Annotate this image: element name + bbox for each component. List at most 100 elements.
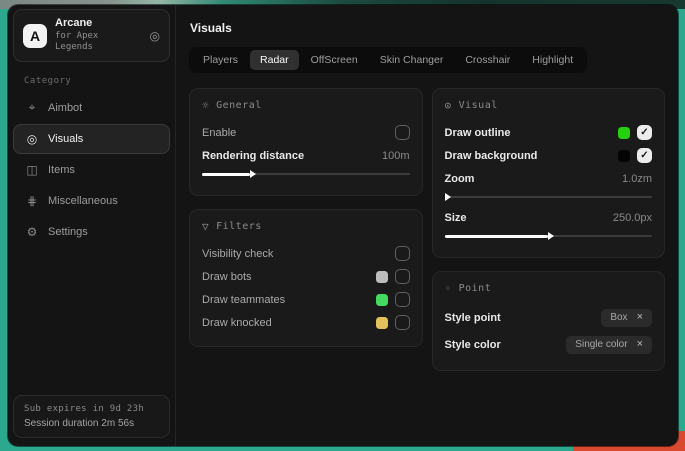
draw-teammates-label: Draw teammates [202, 294, 285, 306]
app-header: A Arcane for Apex Legends ◎ [13, 9, 170, 62]
aimbot-icon: ⌖ [25, 100, 39, 115]
draw-teammates-color-swatch[interactable] [376, 294, 388, 306]
filter-icon: ▽ [202, 220, 209, 233]
enable-row: Enable [202, 121, 410, 144]
check-icon: ✓ [640, 150, 648, 161]
draw-background-row: Draw background ✓ [445, 144, 653, 167]
slider-fill [445, 235, 549, 238]
point-panel: ◦ Point Style point Box × Style color [432, 271, 666, 371]
slider-track [445, 196, 653, 198]
filters-panel-header: ▽ Filters [202, 220, 410, 233]
desktop-background: A Arcane for Apex Legends ◎ Category ⌖ A… [0, 0, 685, 451]
size-slider[interactable] [445, 231, 653, 241]
left-column: ☼ General Enable Rendering distance 100m [189, 88, 423, 347]
rendering-distance-value: 100m [382, 150, 410, 162]
draw-knocked-checkbox[interactable] [395, 315, 410, 330]
sidebar-item-settings[interactable]: ⚙ Settings [13, 217, 170, 247]
slider-fill [202, 173, 250, 176]
crosshair-icon[interactable]: ◎ [150, 29, 160, 43]
category-label: Category [24, 76, 170, 86]
filters-panel-title: Filters [216, 221, 262, 232]
enable-checkbox[interactable] [395, 125, 410, 140]
size-label: Size [445, 212, 467, 224]
check-icon: ✓ [640, 127, 648, 138]
draw-knocked-label: Draw knocked [202, 317, 272, 329]
draw-knocked-color-swatch[interactable] [376, 317, 388, 329]
app-title-block: Arcane for Apex Legends [55, 17, 142, 54]
close-icon[interactable]: × [637, 339, 643, 350]
tab-highlight[interactable]: Highlight [522, 50, 583, 70]
visibility-check-row: Visibility check [202, 242, 410, 265]
draw-outline-row: Draw outline ✓ [445, 121, 653, 144]
zoom-slider[interactable] [445, 192, 653, 202]
zoom-value: 1.0zm [622, 173, 652, 185]
main-area: Visuals Players Radar OffScreen Skin Cha… [176, 5, 678, 446]
draw-knocked-row: Draw knocked [202, 311, 410, 334]
general-panel-header: ☼ General [202, 99, 410, 112]
style-point-tag[interactable]: Box × [601, 309, 652, 327]
filters-panel: ▽ Filters Visibility check Draw bots [189, 209, 423, 347]
app-logo: A [23, 24, 47, 48]
draw-bots-label: Draw bots [202, 271, 252, 283]
size-value: 250.0px [613, 212, 652, 224]
tab-bar: Players Radar OffScreen Skin Changer Cro… [189, 47, 587, 73]
rendering-distance-label: Rendering distance [202, 150, 304, 162]
draw-background-label: Draw background [445, 150, 538, 162]
draw-teammates-checkbox[interactable] [395, 292, 410, 307]
visibility-check-checkbox[interactable] [395, 246, 410, 261]
visibility-check-label: Visibility check [202, 248, 273, 260]
app-name: Arcane [55, 17, 142, 31]
close-icon[interactable]: × [637, 312, 643, 323]
session-duration-text: Session duration 2m 56s [24, 418, 159, 429]
point-panel-header: ◦ Point [445, 282, 653, 295]
general-panel: ☼ General Enable Rendering distance 100m [189, 88, 423, 196]
style-color-tag-label: Single color [575, 339, 627, 350]
zoom-row: Zoom 1.0zm [445, 167, 653, 190]
rendering-distance-slider[interactable] [202, 169, 410, 179]
sidebar-item-label: Aimbot [48, 102, 82, 114]
items-icon: ◫ [25, 163, 39, 177]
style-color-tag[interactable]: Single color × [566, 336, 652, 354]
point-icon: ◦ [445, 282, 452, 295]
app-window: A Arcane for Apex Legends ◎ Category ⌖ A… [8, 5, 678, 446]
style-point-tag-label: Box [610, 312, 627, 323]
settings-icon: ⚙ [25, 225, 39, 239]
size-row: Size 250.0px [445, 206, 653, 229]
style-point-label: Style point [445, 312, 501, 324]
sidebar-item-aimbot[interactable]: ⌖ Aimbot [13, 92, 170, 123]
style-color-label: Style color [445, 339, 501, 351]
app-subtitle: for Apex Legends [55, 31, 142, 54]
draw-background-checkbox[interactable]: ✓ [637, 148, 652, 163]
draw-bots-row: Draw bots [202, 265, 410, 288]
draw-bots-color-swatch[interactable] [376, 271, 388, 283]
sidebar-item-label: Visuals [48, 133, 83, 145]
draw-outline-label: Draw outline [445, 127, 511, 139]
eye-icon: ⊙ [445, 99, 452, 112]
subscription-info-box: Sub expires in 9d 23h Session duration 2… [13, 395, 170, 438]
visual-panel: ⊙ Visual Draw outline ✓ Draw background [432, 88, 666, 258]
visual-panel-title: Visual [459, 100, 498, 111]
sidebar-item-miscellaneous[interactable]: ⋕ Miscellaneous [13, 186, 170, 216]
miscellaneous-icon: ⋕ [25, 194, 39, 208]
draw-teammates-row: Draw teammates [202, 288, 410, 311]
draw-outline-color-swatch[interactable] [618, 127, 630, 139]
enable-label: Enable [202, 127, 236, 139]
tab-players[interactable]: Players [193, 50, 248, 70]
tab-skin-changer[interactable]: Skin Changer [370, 50, 454, 70]
tab-crosshair[interactable]: Crosshair [455, 50, 520, 70]
tab-radar[interactable]: Radar [250, 50, 299, 70]
sidebar-item-items[interactable]: ◫ Items [13, 155, 170, 185]
content: ☼ General Enable Rendering distance 100m [189, 88, 665, 371]
tab-offscreen[interactable]: OffScreen [301, 50, 368, 70]
general-icon: ☼ [202, 99, 209, 112]
draw-bots-checkbox[interactable] [395, 269, 410, 284]
general-panel-title: General [216, 100, 262, 111]
draw-outline-checkbox[interactable]: ✓ [637, 125, 652, 140]
style-color-row: Style color Single color × [445, 331, 653, 358]
sidebar-item-label: Items [48, 164, 75, 176]
sidebar-item-label: Settings [48, 226, 88, 238]
draw-background-color-swatch[interactable] [618, 150, 630, 162]
visuals-icon: ◎ [25, 132, 39, 146]
visual-panel-header: ⊙ Visual [445, 99, 653, 112]
sidebar-item-visuals[interactable]: ◎ Visuals [13, 124, 170, 154]
